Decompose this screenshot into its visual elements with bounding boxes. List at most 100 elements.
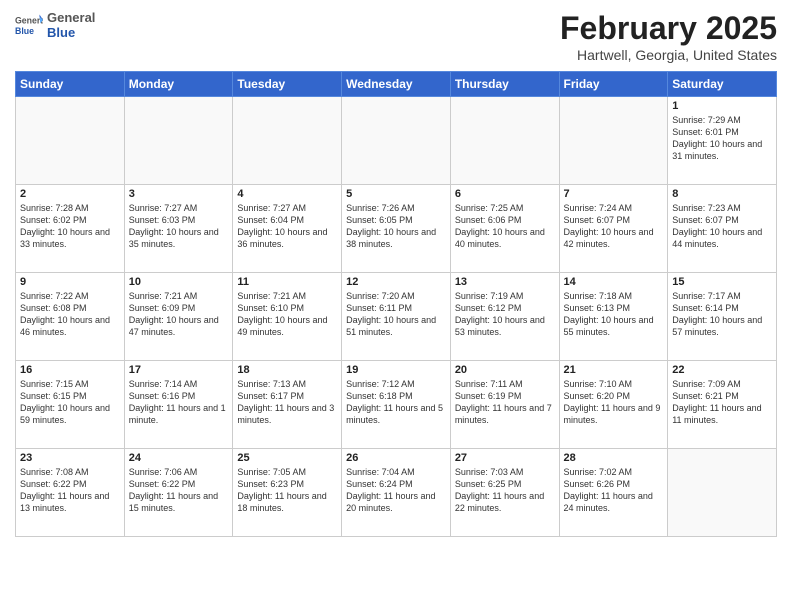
day-of-week-header: Sunday [16,72,125,97]
day-number: 14 [564,276,664,288]
day-info: Sunrise: 7:25 AM Sunset: 6:06 PM Dayligh… [455,202,555,251]
calendar-day-cell: 24 Sunrise: 7:06 AM Sunset: 6:22 PM Dayli… [124,449,233,537]
calendar-day-cell [559,97,668,185]
calendar-day-cell: 18Sunrise: 7:13 AM Sunset: 6:17 PM Dayli… [233,361,342,449]
calendar-day-cell: 15 Sunrise: 7:17 AM Sunset: 6:14 PM Dayli… [668,273,777,361]
calendar-day-cell: 7 Sunrise: 7:24 AM Sunset: 6:07 PM Daylig… [559,185,668,273]
day-info: Sunrise: 7:03 AM Sunset: 6:25 PM Dayligh… [455,466,555,515]
calendar-day-cell [124,97,233,185]
day-info: Sunrise: 7:14 AM Sunset: 6:16 PM Dayligh… [129,378,229,427]
calendar-day-cell [16,97,125,185]
day-of-week-header: Saturday [668,72,777,97]
logo-icon: General Blue [15,11,43,39]
calendar-week-row: 2 Sunrise: 7:28 AM Sunset: 6:02 PM Daylig… [16,185,777,273]
day-number: 18 [237,364,337,376]
day-number: 24 [129,452,229,464]
day-info: Sunrise: 7:05 AM Sunset: 6:23 PM Dayligh… [237,466,337,515]
calendar-day-cell: 14 Sunrise: 7:18 AM Sunset: 6:13 PM Dayli… [559,273,668,361]
day-number: 4 [237,188,337,200]
day-info: Sunrise: 7:12 AM Sunset: 6:18 PM Dayligh… [346,378,446,427]
day-number: 15 [672,276,772,288]
calendar-table: SundayMondayTuesdayWednesdayThursdayFrid… [15,71,777,537]
day-info: Sunrise: 7:21 AM Sunset: 6:10 PM Dayligh… [237,290,337,339]
day-info: Sunrise: 7:19 AM Sunset: 6:12 PM Dayligh… [455,290,555,339]
calendar-day-cell: 27 Sunrise: 7:03 AM Sunset: 6:25 PM Dayli… [450,449,559,537]
day-number: 9 [20,276,120,288]
day-info: Sunrise: 7:20 AM Sunset: 6:11 PM Dayligh… [346,290,446,339]
day-number: 21 [564,364,664,376]
day-of-week-header: Monday [124,72,233,97]
calendar-day-cell [342,97,451,185]
day-number: 27 [455,452,555,464]
day-info: Sunrise: 7:29 AM Sunset: 6:01 PM Dayligh… [672,114,772,163]
calendar-day-cell: 17 Sunrise: 7:14 AM Sunset: 6:16 PM Dayli… [124,361,233,449]
day-info: Sunrise: 7:02 AM Sunset: 6:26 PM Dayligh… [564,466,664,515]
calendar-day-cell: 12 Sunrise: 7:20 AM Sunset: 6:11 PM Dayli… [342,273,451,361]
day-info: Sunrise: 7:21 AM Sunset: 6:09 PM Dayligh… [129,290,229,339]
calendar-week-row: 16 Sunrise: 7:15 AM Sunset: 6:15 PM Dayli… [16,361,777,449]
day-number: 5 [346,188,446,200]
calendar-day-cell: 1 Sunrise: 7:29 AM Sunset: 6:01 PM Daylig… [668,97,777,185]
page: General Blue General Blue February 2025 … [0,0,792,612]
day-of-week-header: Thursday [450,72,559,97]
day-info: Sunrise: 7:09 AM Sunset: 6:21 PM Dayligh… [672,378,772,427]
day-info: Sunrise: 7:28 AM Sunset: 6:02 PM Dayligh… [20,202,120,251]
calendar-week-row: 9 Sunrise: 7:22 AM Sunset: 6:08 PM Daylig… [16,273,777,361]
calendar-day-cell: 22 Sunrise: 7:09 AM Sunset: 6:21 PM Dayli… [668,361,777,449]
day-number: 6 [455,188,555,200]
day-number: 1 [672,100,772,112]
calendar-day-cell: 4 Sunrise: 7:27 AM Sunset: 6:04 PM Daylig… [233,185,342,273]
calendar-day-cell: 28 Sunrise: 7:02 AM Sunset: 6:26 PM Dayli… [559,449,668,537]
day-info: Sunrise: 7:17 AM Sunset: 6:14 PM Dayligh… [672,290,772,339]
day-of-week-header: Tuesday [233,72,342,97]
header: General Blue General Blue February 2025 … [15,10,777,63]
day-number: 7 [564,188,664,200]
day-info: Sunrise: 7:26 AM Sunset: 6:05 PM Dayligh… [346,202,446,251]
logo-general-text: General [47,10,95,25]
day-number: 12 [346,276,446,288]
day-info: Sunrise: 7:10 AM Sunset: 6:20 PM Dayligh… [564,378,664,427]
day-number: 17 [129,364,229,376]
calendar-day-cell: 21 Sunrise: 7:10 AM Sunset: 6:20 PM Dayli… [559,361,668,449]
day-number: 26 [346,452,446,464]
day-info: Sunrise: 7:18 AM Sunset: 6:13 PM Dayligh… [564,290,664,339]
day-info: Sunrise: 7:27 AM Sunset: 6:04 PM Dayligh… [237,202,337,251]
calendar-day-cell: 11Sunrise: 7:21 AM Sunset: 6:10 PM Dayli… [233,273,342,361]
calendar-day-cell: 19Sunrise: 7:12 AM Sunset: 6:18 PM Dayli… [342,361,451,449]
calendar-day-cell: 23 Sunrise: 7:08 AM Sunset: 6:22 PM Dayli… [16,449,125,537]
calendar-day-cell: 16 Sunrise: 7:15 AM Sunset: 6:15 PM Dayli… [16,361,125,449]
day-of-week-header: Friday [559,72,668,97]
day-number: 22 [672,364,772,376]
day-number: 25 [237,452,337,464]
day-number: 2 [20,188,120,200]
day-info: Sunrise: 7:08 AM Sunset: 6:22 PM Dayligh… [20,466,120,515]
calendar-week-row: 1 Sunrise: 7:29 AM Sunset: 6:01 PM Daylig… [16,97,777,185]
calendar-title: February 2025 [560,10,777,47]
calendar-day-cell [233,97,342,185]
day-info: Sunrise: 7:11 AM Sunset: 6:19 PM Dayligh… [455,378,555,427]
day-number: 20 [455,364,555,376]
day-info: Sunrise: 7:15 AM Sunset: 6:15 PM Dayligh… [20,378,120,427]
day-info: Sunrise: 7:04 AM Sunset: 6:24 PM Dayligh… [346,466,446,515]
calendar-location: Hartwell, Georgia, United States [560,47,777,63]
day-info: Sunrise: 7:06 AM Sunset: 6:22 PM Dayligh… [129,466,229,515]
calendar-day-cell: 13 Sunrise: 7:19 AM Sunset: 6:12 PM Dayli… [450,273,559,361]
day-number: 16 [20,364,120,376]
day-number: 28 [564,452,664,464]
calendar-day-cell: 6 Sunrise: 7:25 AM Sunset: 6:06 PM Daylig… [450,185,559,273]
calendar-day-cell [668,449,777,537]
calendar-header-row: SundayMondayTuesdayWednesdayThursdayFrid… [16,72,777,97]
logo: General Blue General Blue [15,10,95,40]
calendar-day-cell: 25 Sunrise: 7:05 AM Sunset: 6:23 PM Dayli… [233,449,342,537]
day-number: 13 [455,276,555,288]
day-info: Sunrise: 7:24 AM Sunset: 6:07 PM Dayligh… [564,202,664,251]
day-of-week-header: Wednesday [342,72,451,97]
title-block: February 2025 Hartwell, Georgia, United … [560,10,777,63]
svg-text:General: General [15,15,43,25]
calendar-day-cell [450,97,559,185]
calendar-day-cell: 3Sunrise: 7:27 AM Sunset: 6:03 PM Daylig… [124,185,233,273]
day-number: 23 [20,452,120,464]
calendar-day-cell: 9 Sunrise: 7:22 AM Sunset: 6:08 PM Daylig… [16,273,125,361]
day-info: Sunrise: 7:22 AM Sunset: 6:08 PM Dayligh… [20,290,120,339]
calendar-day-cell: 26 Sunrise: 7:04 AM Sunset: 6:24 PM Dayli… [342,449,451,537]
